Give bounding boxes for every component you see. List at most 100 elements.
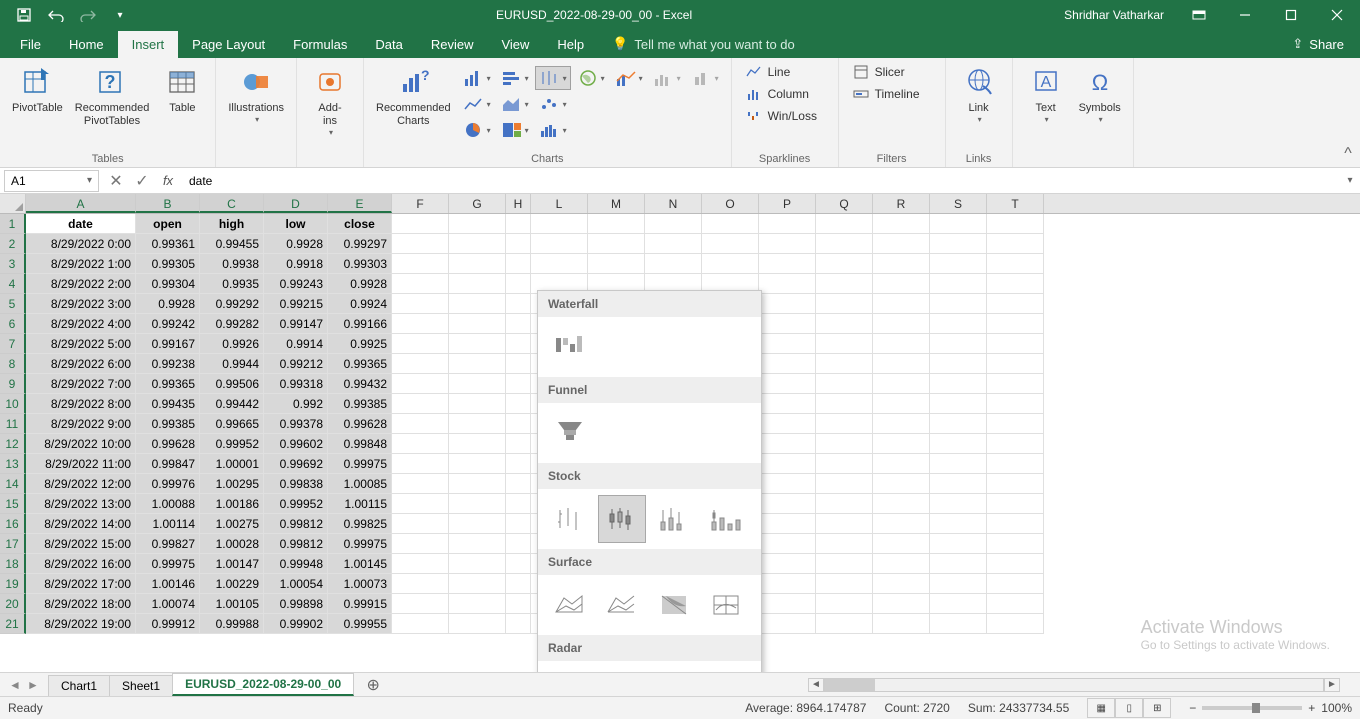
cell[interactable] <box>873 414 930 434</box>
sheet-nav-next-icon[interactable]: ► <box>24 678 42 692</box>
cell[interactable]: 0.99365 <box>328 354 392 374</box>
cell[interactable] <box>930 494 987 514</box>
cell[interactable] <box>702 254 759 274</box>
cell[interactable]: 0.99976 <box>136 474 200 494</box>
cell[interactable] <box>987 474 1044 494</box>
cell[interactable] <box>816 434 873 454</box>
cell[interactable]: 0.99318 <box>264 374 328 394</box>
cell[interactable] <box>816 274 873 294</box>
row-header[interactable]: 6 <box>0 314 26 334</box>
cell[interactable]: open <box>136 214 200 234</box>
cell[interactable] <box>930 214 987 234</box>
waterfall-option[interactable] <box>546 323 594 371</box>
sparkline-column-button[interactable]: Column <box>740 84 830 104</box>
cell[interactable]: 0.99442 <box>200 394 264 414</box>
view-pagebreak-icon[interactable]: ⊞ <box>1143 698 1171 718</box>
cell[interactable] <box>987 354 1044 374</box>
cell[interactable] <box>506 234 531 254</box>
cell[interactable] <box>816 414 873 434</box>
cell[interactable]: 1.00115 <box>328 494 392 514</box>
cell[interactable]: 0.99166 <box>328 314 392 334</box>
row-header[interactable]: 15 <box>0 494 26 514</box>
radar-markers-option[interactable] <box>598 667 646 672</box>
cell[interactable] <box>816 574 873 594</box>
row-header[interactable]: 11 <box>0 414 26 434</box>
cell[interactable]: 8/29/2022 4:00 <box>26 314 136 334</box>
cell[interactable] <box>449 514 506 534</box>
cell[interactable] <box>506 394 531 414</box>
cell[interactable]: 1.00085 <box>328 474 392 494</box>
row-header[interactable]: 20 <box>0 594 26 614</box>
cell[interactable] <box>506 474 531 494</box>
tab-review[interactable]: Review <box>417 31 488 58</box>
ribbon-options-icon[interactable] <box>1176 0 1222 30</box>
cell[interactable] <box>930 414 987 434</box>
enter-icon[interactable]: ✓ <box>129 170 155 192</box>
cell[interactable] <box>702 214 759 234</box>
zoom-out-icon[interactable]: − <box>1189 701 1196 715</box>
qat-dropdown-icon[interactable]: ▾ <box>104 0 136 30</box>
cell[interactable] <box>506 434 531 454</box>
cell[interactable]: 8/29/2022 3:00 <box>26 294 136 314</box>
cell[interactable] <box>506 374 531 394</box>
row-header[interactable]: 1 <box>0 214 26 234</box>
column-header[interactable]: T <box>987 194 1044 213</box>
cell[interactable]: 0.9925 <box>328 334 392 354</box>
cell[interactable] <box>392 614 449 634</box>
cell[interactable] <box>449 374 506 394</box>
cell[interactable]: 0.99975 <box>136 554 200 574</box>
cell[interactable]: 0.9928 <box>136 294 200 314</box>
combo-chart-icon[interactable]: ▾ <box>611 66 647 90</box>
cell[interactable] <box>392 414 449 434</box>
column-header[interactable]: G <box>449 194 506 213</box>
cell[interactable] <box>816 474 873 494</box>
cell[interactable]: 0.99915 <box>328 594 392 614</box>
cell[interactable] <box>873 594 930 614</box>
row-header[interactable]: 4 <box>0 274 26 294</box>
cell[interactable] <box>759 234 816 254</box>
cell[interactable] <box>759 474 816 494</box>
cell[interactable] <box>392 274 449 294</box>
cell[interactable] <box>873 294 930 314</box>
cell[interactable]: 8/29/2022 7:00 <box>26 374 136 394</box>
cell[interactable]: 8/29/2022 15:00 <box>26 534 136 554</box>
cell[interactable] <box>759 274 816 294</box>
cell[interactable] <box>759 454 816 474</box>
cell[interactable] <box>449 214 506 234</box>
cell[interactable] <box>987 454 1044 474</box>
cell[interactable] <box>987 314 1044 334</box>
cell[interactable]: 0.9924 <box>328 294 392 314</box>
row-header[interactable]: 12 <box>0 434 26 454</box>
stock-vhlc-option[interactable] <box>650 495 698 543</box>
cell[interactable]: date <box>26 214 136 234</box>
cell[interactable] <box>449 314 506 334</box>
line-chart-icon[interactable]: ▾ <box>459 92 495 116</box>
row-header[interactable]: 3 <box>0 254 26 274</box>
cell[interactable] <box>873 434 930 454</box>
radar-option[interactable] <box>546 667 594 672</box>
cell[interactable] <box>702 234 759 254</box>
stock-vohlc-option[interactable] <box>702 495 750 543</box>
cell[interactable]: 0.99238 <box>136 354 200 374</box>
cell[interactable]: 0.99898 <box>264 594 328 614</box>
sheet-tab-chart1[interactable]: Chart1 <box>48 675 110 696</box>
save-icon[interactable] <box>8 0 40 30</box>
column-header[interactable]: E <box>328 194 392 213</box>
cell[interactable] <box>759 554 816 574</box>
cell[interactable]: 0.99385 <box>136 414 200 434</box>
cell[interactable] <box>873 494 930 514</box>
cell[interactable] <box>506 594 531 614</box>
cell[interactable] <box>873 454 930 474</box>
cell[interactable]: 0.99955 <box>328 614 392 634</box>
cell[interactable] <box>645 214 702 234</box>
cell[interactable] <box>392 574 449 594</box>
cell[interactable] <box>930 294 987 314</box>
cell[interactable] <box>759 214 816 234</box>
tab-view[interactable]: View <box>487 31 543 58</box>
cell[interactable] <box>449 234 506 254</box>
cell[interactable] <box>873 534 930 554</box>
cell[interactable]: 0.99432 <box>328 374 392 394</box>
cell[interactable]: 0.99385 <box>328 394 392 414</box>
cell[interactable]: 1.00229 <box>200 574 264 594</box>
cell[interactable]: 0.99988 <box>200 614 264 634</box>
